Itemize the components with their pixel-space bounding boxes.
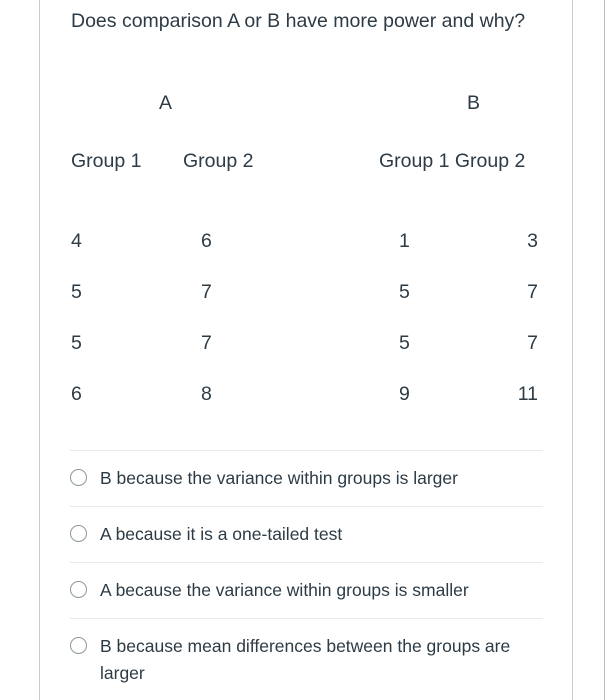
cell-value: 5 — [399, 281, 410, 303]
comparison-a-label: A — [159, 92, 173, 114]
comparison-data-block: A B Group 1 Group 2 Group 1 Group 2 4 6 1 … — [41, 88, 572, 405]
cell-value: 7 — [201, 332, 212, 354]
cell-value: 1 — [399, 230, 410, 252]
cell-value: 9 — [399, 383, 410, 405]
cell-value: 5 — [71, 332, 82, 354]
cell-value: 8 — [201, 383, 212, 405]
data-rows: 4 6 1 3 5 7 5 7 5 7 5 7 6 8 9 11 — [41, 228, 572, 432]
answer-option-label: B because mean differences between the g… — [100, 636, 511, 683]
table-row: 6 8 9 11 — [41, 381, 572, 432]
cell-value: 6 — [71, 383, 82, 405]
table-row: 4 6 1 3 — [41, 228, 572, 279]
cell-value: 7 — [527, 281, 538, 303]
table-row: 5 7 5 7 — [41, 330, 572, 381]
answer-option-1[interactable]: B because the variance within groups is … — [70, 450, 543, 506]
cell-value: 7 — [527, 332, 538, 354]
page-outer-edge — [604, 0, 614, 700]
comparison-b-label: B — [467, 92, 481, 114]
quiz-question-page: Does comparison A or B have more power a… — [0, 0, 614, 700]
radio-button-icon[interactable] — [70, 469, 87, 486]
radio-button-icon[interactable] — [70, 525, 87, 542]
question-prompt: Does comparison A or B have more power a… — [71, 10, 526, 32]
answer-option-label: A because it is a one-tailed test — [100, 524, 343, 544]
answer-option-4[interactable]: B because mean differences between the g… — [70, 618, 543, 700]
question-card: Does comparison A or B have more power a… — [41, 0, 572, 700]
group-header-b-group2: Group 2 — [454, 150, 526, 172]
group-header-b-group1: Group 1 — [379, 150, 450, 172]
radio-button-icon[interactable] — [70, 581, 87, 598]
radio-button-icon[interactable] — [70, 637, 87, 654]
answer-option-label: B because the variance within groups is … — [100, 468, 458, 488]
cell-value: 5 — [71, 281, 82, 303]
table-row: 5 7 5 7 — [41, 279, 572, 330]
comparison-header-row: A B — [41, 88, 572, 122]
cell-value: 3 — [527, 230, 538, 252]
page-gutter-left — [0, 0, 40, 700]
cell-value: 11 — [517, 383, 538, 405]
answer-option-label: A because the variance within groups is … — [100, 580, 469, 600]
answer-option-2[interactable]: A because it is a one-tailed test — [70, 506, 543, 562]
group-header-a-group1: Group 1 — [71, 150, 142, 172]
group-header-row: Group 1 Group 2 Group 1 Group 2 — [71, 144, 551, 179]
answer-option-3[interactable]: A because the variance within groups is … — [70, 562, 543, 618]
group-header-a-group2: Group 2 — [183, 150, 254, 172]
cell-value: 5 — [399, 332, 410, 354]
cell-value: 6 — [201, 230, 212, 252]
cell-value: 4 — [71, 230, 82, 252]
answer-options-list: B because the variance within groups is … — [41, 450, 572, 700]
cell-value: 7 — [201, 281, 212, 303]
